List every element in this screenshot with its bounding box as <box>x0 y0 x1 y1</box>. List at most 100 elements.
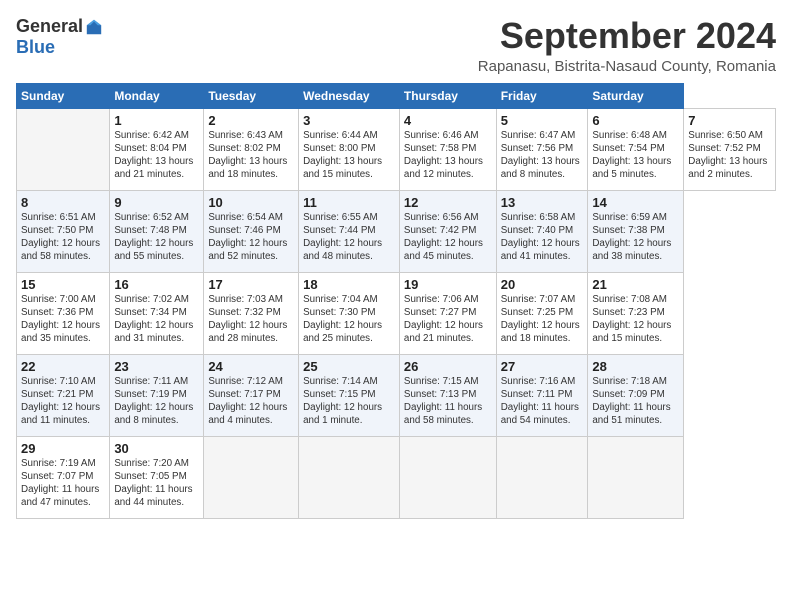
day-number: 1 <box>114 113 199 128</box>
day-info: Sunrise: 7:08 AMSunset: 7:23 PMDaylight:… <box>592 293 679 346</box>
logo-icon <box>85 18 103 36</box>
day-info: Sunrise: 6:55 AMSunset: 7:44 PMDaylight:… <box>303 211 395 264</box>
day-info: Sunrise: 6:46 AMSunset: 7:58 PMDaylight:… <box>404 129 492 182</box>
calendar-cell-day-11: 11Sunrise: 6:55 AMSunset: 7:44 PMDayligh… <box>299 190 400 272</box>
calendar-cell-day-20: 20Sunrise: 7:07 AMSunset: 7:25 PMDayligh… <box>496 272 588 354</box>
calendar-cell-day-15: 15Sunrise: 7:00 AMSunset: 7:36 PMDayligh… <box>17 272 110 354</box>
calendar-cell-day-17: 17Sunrise: 7:03 AMSunset: 7:32 PMDayligh… <box>204 272 299 354</box>
calendar-cell-day-10: 10Sunrise: 6:54 AMSunset: 7:46 PMDayligh… <box>204 190 299 272</box>
calendar-cell-day-29: 29Sunrise: 7:19 AMSunset: 7:07 PMDayligh… <box>17 436 110 518</box>
location: Rapanasu, Bistrita-Nasaud County, Romani… <box>478 58 776 75</box>
day-info: Sunrise: 6:56 AMSunset: 7:42 PMDaylight:… <box>404 211 492 264</box>
calendar-cell-day-7: 7Sunrise: 6:50 AMSunset: 7:52 PMDaylight… <box>684 108 776 190</box>
calendar-table: SundayMondayTuesdayWednesdayThursdayFrid… <box>16 83 776 519</box>
day-number: 6 <box>592 113 679 128</box>
day-number: 24 <box>208 359 294 374</box>
day-number: 23 <box>114 359 199 374</box>
calendar-cell-day-12: 12Sunrise: 6:56 AMSunset: 7:42 PMDayligh… <box>399 190 496 272</box>
month-title: September 2024 <box>478 16 776 56</box>
title-section: September 2024 Rapanasu, Bistrita-Nasaud… <box>478 16 776 75</box>
day-info: Sunrise: 6:58 AMSunset: 7:40 PMDaylight:… <box>501 211 584 264</box>
day-info: Sunrise: 6:44 AMSunset: 8:00 PMDaylight:… <box>303 129 395 182</box>
calendar-cell-day-18: 18Sunrise: 7:04 AMSunset: 7:30 PMDayligh… <box>299 272 400 354</box>
calendar-week-row: 15Sunrise: 7:00 AMSunset: 7:36 PMDayligh… <box>17 272 776 354</box>
day-number: 3 <box>303 113 395 128</box>
day-info: Sunrise: 7:04 AMSunset: 7:30 PMDaylight:… <box>303 293 395 346</box>
calendar-cell-day-23: 23Sunrise: 7:11 AMSunset: 7:19 PMDayligh… <box>110 354 204 436</box>
day-info: Sunrise: 6:50 AMSunset: 7:52 PMDaylight:… <box>688 129 771 182</box>
day-number: 29 <box>21 441 105 456</box>
day-info: Sunrise: 6:43 AMSunset: 8:02 PMDaylight:… <box>208 129 294 182</box>
calendar-weekday-saturday: Saturday <box>588 83 684 108</box>
calendar-weekday-monday: Monday <box>110 83 204 108</box>
calendar-cell-empty <box>399 436 496 518</box>
day-number: 7 <box>688 113 771 128</box>
calendar-cell-day-6: 6Sunrise: 6:48 AMSunset: 7:54 PMDaylight… <box>588 108 684 190</box>
day-number: 22 <box>21 359 105 374</box>
calendar-weekday-friday: Friday <box>496 83 588 108</box>
day-info: Sunrise: 6:48 AMSunset: 7:54 PMDaylight:… <box>592 129 679 182</box>
calendar-week-row: 29Sunrise: 7:19 AMSunset: 7:07 PMDayligh… <box>17 436 776 518</box>
day-number: 5 <box>501 113 584 128</box>
day-number: 11 <box>303 195 395 210</box>
day-info: Sunrise: 6:51 AMSunset: 7:50 PMDaylight:… <box>21 211 105 264</box>
calendar-cell-day-30: 30Sunrise: 7:20 AMSunset: 7:05 PMDayligh… <box>110 436 204 518</box>
day-info: Sunrise: 6:42 AMSunset: 8:04 PMDaylight:… <box>114 129 199 182</box>
day-number: 20 <box>501 277 584 292</box>
calendar-cell-day-13: 13Sunrise: 6:58 AMSunset: 7:40 PMDayligh… <box>496 190 588 272</box>
calendar-cell-day-22: 22Sunrise: 7:10 AMSunset: 7:21 PMDayligh… <box>17 354 110 436</box>
calendar-cell-day-4: 4Sunrise: 6:46 AMSunset: 7:58 PMDaylight… <box>399 108 496 190</box>
calendar-cell-empty <box>496 436 588 518</box>
day-info: Sunrise: 7:18 AMSunset: 7:09 PMDaylight:… <box>592 375 679 428</box>
day-info: Sunrise: 6:47 AMSunset: 7:56 PMDaylight:… <box>501 129 584 182</box>
day-number: 28 <box>592 359 679 374</box>
day-number: 25 <box>303 359 395 374</box>
calendar-cell-day-28: 28Sunrise: 7:18 AMSunset: 7:09 PMDayligh… <box>588 354 684 436</box>
day-number: 27 <box>501 359 584 374</box>
day-info: Sunrise: 7:00 AMSunset: 7:36 PMDaylight:… <box>21 293 105 346</box>
calendar-cell-day-27: 27Sunrise: 7:16 AMSunset: 7:11 PMDayligh… <box>496 354 588 436</box>
calendar-cell-day-26: 26Sunrise: 7:15 AMSunset: 7:13 PMDayligh… <box>399 354 496 436</box>
day-number: 16 <box>114 277 199 292</box>
day-number: 10 <box>208 195 294 210</box>
calendar-cell-day-16: 16Sunrise: 7:02 AMSunset: 7:34 PMDayligh… <box>110 272 204 354</box>
day-number: 8 <box>21 195 105 210</box>
day-info: Sunrise: 7:16 AMSunset: 7:11 PMDaylight:… <box>501 375 584 428</box>
day-number: 13 <box>501 195 584 210</box>
calendar-cell-empty <box>588 436 684 518</box>
day-number: 26 <box>404 359 492 374</box>
day-number: 30 <box>114 441 199 456</box>
day-info: Sunrise: 7:10 AMSunset: 7:21 PMDaylight:… <box>21 375 105 428</box>
day-info: Sunrise: 6:59 AMSunset: 7:38 PMDaylight:… <box>592 211 679 264</box>
calendar-cell-day-14: 14Sunrise: 6:59 AMSunset: 7:38 PMDayligh… <box>588 190 684 272</box>
calendar-week-row: 8Sunrise: 6:51 AMSunset: 7:50 PMDaylight… <box>17 190 776 272</box>
calendar-weekday-sunday: Sunday <box>17 83 110 108</box>
day-info: Sunrise: 7:19 AMSunset: 7:07 PMDaylight:… <box>21 457 105 510</box>
day-info: Sunrise: 7:20 AMSunset: 7:05 PMDaylight:… <box>114 457 199 510</box>
calendar-cell-day-8: 8Sunrise: 6:51 AMSunset: 7:50 PMDaylight… <box>17 190 110 272</box>
calendar-week-row: 22Sunrise: 7:10 AMSunset: 7:21 PMDayligh… <box>17 354 776 436</box>
calendar-cell-day-1: 1Sunrise: 6:42 AMSunset: 8:04 PMDaylight… <box>110 108 204 190</box>
day-number: 19 <box>404 277 492 292</box>
day-info: Sunrise: 7:03 AMSunset: 7:32 PMDaylight:… <box>208 293 294 346</box>
calendar-weekday-wednesday: Wednesday <box>299 83 400 108</box>
day-info: Sunrise: 7:14 AMSunset: 7:15 PMDaylight:… <box>303 375 395 428</box>
day-info: Sunrise: 7:06 AMSunset: 7:27 PMDaylight:… <box>404 293 492 346</box>
day-number: 18 <box>303 277 395 292</box>
calendar-cell-empty <box>17 108 110 190</box>
day-number: 21 <box>592 277 679 292</box>
calendar-week-row: 1Sunrise: 6:42 AMSunset: 8:04 PMDaylight… <box>17 108 776 190</box>
calendar-cell-empty <box>299 436 400 518</box>
logo: General Blue <box>16 16 103 58</box>
day-info: Sunrise: 6:52 AMSunset: 7:48 PMDaylight:… <box>114 211 199 264</box>
calendar-cell-day-5: 5Sunrise: 6:47 AMSunset: 7:56 PMDaylight… <box>496 108 588 190</box>
day-number: 9 <box>114 195 199 210</box>
logo-general-text: General <box>16 16 83 37</box>
day-info: Sunrise: 7:12 AMSunset: 7:17 PMDaylight:… <box>208 375 294 428</box>
day-info: Sunrise: 7:11 AMSunset: 7:19 PMDaylight:… <box>114 375 199 428</box>
logo-blue-text: Blue <box>16 37 55 58</box>
calendar-weekday-tuesday: Tuesday <box>204 83 299 108</box>
day-info: Sunrise: 7:02 AMSunset: 7:34 PMDaylight:… <box>114 293 199 346</box>
day-info: Sunrise: 6:54 AMSunset: 7:46 PMDaylight:… <box>208 211 294 264</box>
calendar-header-row: SundayMondayTuesdayWednesdayThursdayFrid… <box>17 83 776 108</box>
